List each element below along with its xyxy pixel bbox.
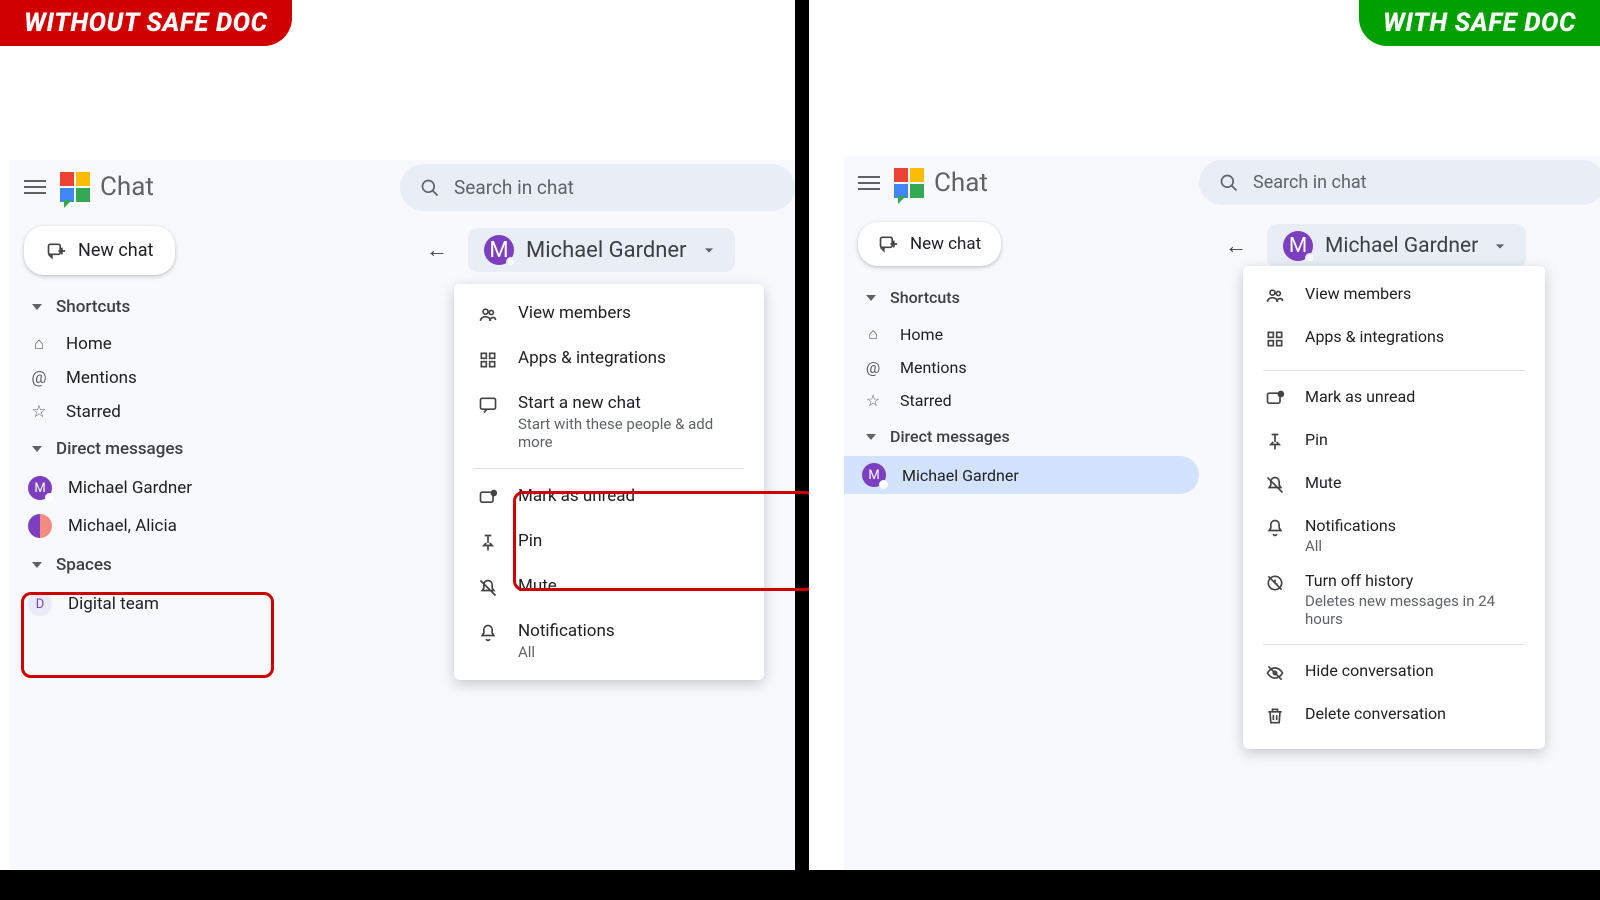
- unread-icon: [478, 486, 500, 513]
- menu-view-members[interactable]: View members: [454, 294, 764, 339]
- badge-without: WITHOUT SAFE DOC: [0, 0, 292, 46]
- new-chat-label: New chat: [78, 240, 153, 261]
- conversation-menu: View members Apps & integrations Mark as…: [1243, 266, 1545, 749]
- at-icon: @: [28, 368, 50, 388]
- trash-icon: [1265, 704, 1287, 731]
- nav-mentions[interactable]: @Mentions: [844, 351, 1199, 384]
- menu-pin[interactable]: Pin: [454, 522, 764, 567]
- panel-with-safe-doc: WITH SAFE DOC Chat New chat Shortcuts ⌂H…: [809, 0, 1600, 870]
- new-chat-icon: [878, 234, 898, 254]
- menu-apps[interactable]: Apps & integrations: [1243, 319, 1545, 362]
- nav-home[interactable]: ⌂Home: [844, 317, 1199, 351]
- back-button[interactable]: ←: [420, 231, 454, 269]
- menu-notifications[interactable]: NotificationsAll: [1243, 508, 1545, 563]
- search-bar[interactable]: Search in chat: [1199, 160, 1600, 205]
- chat-logo[interactable]: Chat: [894, 168, 988, 198]
- avatar-icon: M: [1283, 231, 1313, 261]
- dm-item-0[interactable]: MMichael Gardner: [10, 469, 400, 507]
- menu-pin[interactable]: Pin: [1243, 422, 1545, 465]
- home-icon: ⌂: [28, 334, 50, 354]
- spaces-header[interactable]: Spaces: [10, 545, 400, 585]
- home-icon: ⌂: [862, 324, 884, 344]
- shortcuts-header[interactable]: Shortcuts: [844, 278, 1199, 317]
- at-icon: @: [862, 358, 884, 377]
- menu-start-chat[interactable]: Start a new chatStart with these people …: [454, 384, 764, 460]
- avatar-group-icon: [28, 514, 52, 538]
- person-chip[interactable]: M Michael Gardner: [468, 228, 735, 272]
- shortcuts-header[interactable]: Shortcuts: [10, 287, 400, 327]
- menu-hide[interactable]: Hide conversation: [1243, 653, 1545, 696]
- search-bar[interactable]: Search in chat: [400, 164, 795, 211]
- avatar-icon: M: [862, 463, 886, 487]
- main-area: Search in chat ← M Michael Gardner View …: [400, 160, 795, 870]
- sidebar: Chat New chat Shortcuts ⌂Home @Mentions …: [844, 156, 1199, 870]
- nav-starred[interactable]: ☆Starred: [844, 384, 1199, 417]
- bell-icon: [478, 621, 500, 648]
- badge-with: WITH SAFE DOC: [1359, 0, 1600, 46]
- dm-item-1[interactable]: Michael, Alicia: [10, 507, 400, 545]
- person-name: Michael Gardner: [1325, 234, 1478, 258]
- chat-logo[interactable]: Chat: [60, 172, 154, 202]
- menu-history[interactable]: Turn off historyDeletes new messages in …: [1243, 563, 1545, 636]
- new-chat-button[interactable]: New chat: [24, 226, 175, 275]
- chevron-down-icon: [699, 240, 719, 260]
- members-icon: [1265, 284, 1287, 311]
- menu-mark-unread[interactable]: Mark as unread: [1243, 379, 1545, 422]
- main-area: Search in chat ← M Michael Gardner View …: [1199, 156, 1600, 870]
- chat-app-left: Chat New chat Shortcuts ⌂Home @Mentions …: [10, 160, 795, 870]
- nav-mentions[interactable]: @Mentions: [10, 361, 400, 395]
- new-chat-label: New chat: [910, 234, 981, 254]
- chat-app-right: Chat New chat Shortcuts ⌂Home @Mentions …: [844, 156, 1600, 870]
- hamburger-icon[interactable]: [24, 176, 46, 198]
- conversation-menu: View members Apps & integrations Start a…: [454, 284, 764, 680]
- dm-header[interactable]: Direct messages: [844, 417, 1199, 456]
- new-chat-button[interactable]: New chat: [858, 222, 1001, 266]
- sidebar: Chat New chat Shortcuts ⌂Home @Mentions …: [10, 160, 400, 870]
- space-avatar-icon: D: [28, 592, 52, 616]
- space-item-0[interactable]: DDigital team: [10, 585, 400, 623]
- menu-mute[interactable]: Mute: [454, 567, 764, 612]
- hamburger-icon[interactable]: [858, 172, 880, 194]
- apps-icon: [1265, 327, 1287, 354]
- search-icon: [420, 178, 440, 198]
- unread-icon: [1265, 387, 1287, 414]
- members-icon: [478, 303, 500, 330]
- bell-icon: [1265, 516, 1287, 543]
- avatar-icon: M: [28, 476, 52, 500]
- app-title: Chat: [100, 172, 154, 202]
- hide-icon: [1265, 661, 1287, 688]
- menu-view-members[interactable]: View members: [1243, 276, 1545, 319]
- person-chip[interactable]: M Michael Gardner: [1267, 224, 1526, 268]
- dm-item-0[interactable]: MMichael Gardner: [844, 456, 1199, 494]
- menu-mute[interactable]: Mute: [1243, 465, 1545, 508]
- nav-home[interactable]: ⌂Home: [10, 327, 400, 361]
- person-name: Michael Gardner: [526, 238, 687, 263]
- menu-mark-unread[interactable]: Mark as unread: [454, 477, 764, 522]
- new-chat-icon: [46, 241, 66, 261]
- pin-icon: [478, 531, 500, 558]
- mute-icon: [478, 576, 500, 603]
- pin-icon: [1265, 430, 1287, 457]
- nav-starred[interactable]: ☆Starred: [10, 395, 400, 429]
- apps-icon: [478, 348, 500, 375]
- dm-header[interactable]: Direct messages: [10, 429, 400, 469]
- chat-icon: [478, 393, 500, 420]
- search-placeholder: Search in chat: [454, 176, 574, 199]
- back-button[interactable]: ←: [1219, 227, 1253, 265]
- app-title: Chat: [934, 168, 988, 198]
- menu-apps[interactable]: Apps & integrations: [454, 339, 764, 384]
- menu-delete[interactable]: Delete conversation: [1243, 696, 1545, 739]
- chevron-down-icon: [1490, 236, 1510, 256]
- menu-notifications[interactable]: NotificationsAll: [454, 612, 764, 670]
- history-off-icon: [1265, 571, 1287, 598]
- search-placeholder: Search in chat: [1253, 172, 1367, 193]
- star-icon: ☆: [862, 391, 884, 410]
- avatar-icon: M: [484, 235, 514, 265]
- star-icon: ☆: [28, 402, 50, 422]
- search-icon: [1219, 173, 1239, 193]
- panel-without-safe-doc: WITHOUT SAFE DOC Chat New chat Shortcuts…: [0, 0, 795, 870]
- mute-icon: [1265, 473, 1287, 500]
